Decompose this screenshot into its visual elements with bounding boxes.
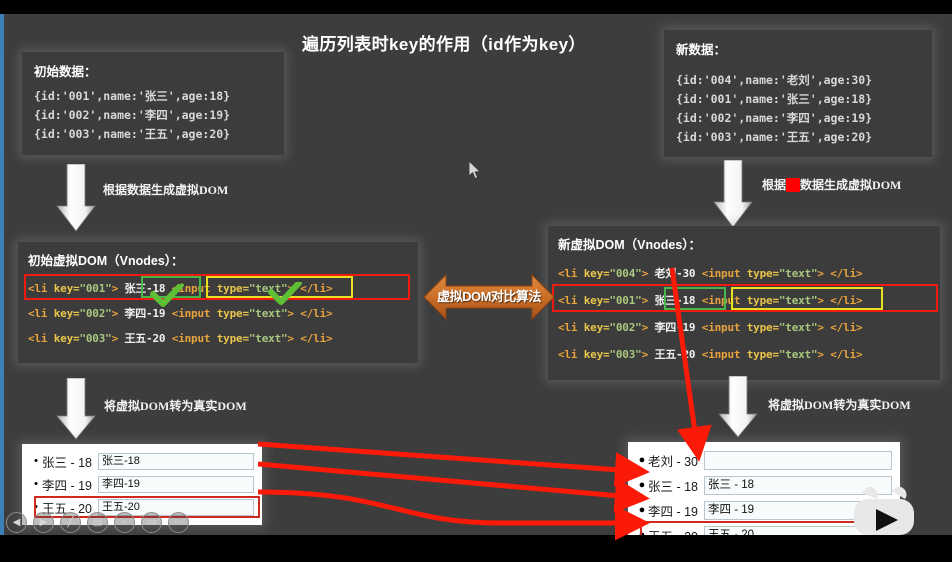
- right-bottom-arrow-label: 将虚拟DOM转为真实DOM: [768, 398, 911, 412]
- new-vnode-text: 王五-20: [654, 348, 696, 361]
- pen-icon: ╱: [67, 517, 74, 528]
- new-vnode-key: 001: [615, 294, 636, 307]
- initial-data-line: {id:'002',name:'李四',age:19}: [34, 108, 231, 122]
- right-top-label-pre: 根据: [762, 178, 787, 192]
- diff-algorithm-label: 虚拟DOM对比算法: [437, 289, 541, 304]
- right-top-label-post: 数据生成虚拟DOM: [800, 178, 902, 192]
- old-vnode-row: <li key="003"> 王五-20 <input type="text">…: [28, 332, 333, 345]
- old-vnodes-heading: 初始虚拟DOM（Vnodes）：: [28, 254, 184, 268]
- new-vnode-key: 002: [615, 321, 636, 334]
- old-vnode-row: <li key="002"> 李四-19 <input type="text">…: [28, 307, 333, 320]
- new-data-panel: 新数据： {id:'004',name:'老刘',age:30} {id:'00…: [664, 30, 932, 157]
- new-vnode-row: <li key="001"> 张三-18 <input type="text">…: [558, 294, 863, 307]
- block-arrow-down-left-bottom: [56, 378, 96, 440]
- initial-data-line: {id:'001',name:'张三',age:18}: [34, 89, 231, 103]
- block-arrow-down-right-bottom: [718, 376, 758, 438]
- new-vnodes-heading: 新虚拟DOM（Vnodes）：: [558, 238, 702, 252]
- slide-canvas: 遍历列表时key的作用（id作为key） 初始数据： {id:'001',nam…: [0, 14, 952, 535]
- old-vnode-key: 002: [85, 307, 106, 320]
- grid-icon: ▤: [92, 517, 103, 528]
- dom-item-label: 张三 - 18: [42, 456, 93, 470]
- dom-list-item: ● 老刘 - 30: [636, 448, 892, 473]
- new-vnode-key: 004: [615, 267, 636, 280]
- initial-data-line: {id:'003',name:'王五',age:20}: [34, 127, 231, 141]
- right-top-arrow-label: 根据新数据生成虚拟DOM: [762, 176, 901, 193]
- new-vnode-text: 张三-18: [654, 294, 696, 307]
- dom-item-input[interactable]: 李四-19: [98, 476, 254, 493]
- old-vnode-key: 001: [85, 282, 106, 295]
- top-letterbox: [0, 0, 952, 14]
- green-check-icon-input: [268, 282, 302, 305]
- dom-list-item: • 李四 - 19 李四-19: [30, 473, 254, 496]
- bullet-icon: ●: [638, 479, 646, 491]
- new-data-line: {id:'002',name:'李四',age:19}: [676, 111, 873, 125]
- bullet-icon: •: [34, 478, 38, 490]
- zoom-button[interactable]: ⌕: [114, 512, 135, 533]
- left-top-arrow-label: 根据数据生成虚拟DOM: [103, 183, 229, 197]
- old-vnode-key: 003: [85, 332, 106, 345]
- next-slide-button[interactable]: ▶: [33, 512, 54, 533]
- player-toolbar[interactable]: ◀ ▶ ╱ ▤ ⌕ ▭ ⋯: [6, 512, 189, 533]
- dom-item-label: 张三 - 18: [648, 480, 699, 494]
- search-icon: ⌕: [121, 517, 128, 528]
- new-vnode-row: <li key="003"> 王五-20 <input type="text">…: [558, 348, 863, 361]
- bullet-icon: ●: [638, 504, 646, 516]
- green-check-icon-text: [150, 284, 184, 307]
- new-data-heading: 新数据：: [676, 43, 727, 57]
- bullet-icon: •: [34, 455, 38, 467]
- new-data-line: {id:'001',name:'张三',age:18}: [676, 92, 873, 106]
- new-vnode-text: 老刘-30: [654, 267, 696, 280]
- dom-item-label: 老刘 - 30: [648, 455, 699, 469]
- initial-data-panel: 初始数据： {id:'001',name:'张三',age:18} {id:'0…: [22, 52, 284, 155]
- initial-data-heading: 初始数据：: [34, 65, 97, 79]
- dom-item-label: 王五 - 20: [648, 526, 704, 535]
- dom-list-item: • 张三 - 18 张三-18: [30, 450, 254, 473]
- new-data-line: {id:'004',name:'老刘',age:30}: [676, 73, 873, 87]
- old-vnode-text: 王五-20: [124, 332, 166, 345]
- next-icon: ▶: [39, 517, 48, 528]
- block-arrow-down-right-top: [713, 160, 753, 228]
- dom-item-label: 李四 - 19: [648, 505, 699, 519]
- left-blue-edge: [0, 14, 4, 535]
- new-vnode-text: 李四-19: [654, 321, 696, 334]
- slide-title: 遍历列表时key的作用（id作为key）: [302, 35, 586, 54]
- more-icon: ⋯: [173, 517, 184, 528]
- new-vnode-row: <li key="002"> 李四-19 <input type="text">…: [558, 321, 863, 334]
- new-vnodes-panel: 新虚拟DOM（Vnodes）： <li key="004"> 老刘-30 <in…: [548, 226, 940, 380]
- new-vnode-row: <li key="004"> 老刘-30 <input type="text">…: [558, 267, 863, 280]
- dom-item-input[interactable]: [704, 451, 892, 470]
- dom-item-label: 李四 - 19: [42, 479, 93, 493]
- left-bottom-arrow-label: 将虚拟DOM转为真实DOM: [104, 399, 247, 413]
- notes-button[interactable]: ▭: [141, 512, 162, 533]
- prev-icon: ◀: [12, 517, 21, 528]
- more-options-button[interactable]: ⋯: [168, 512, 189, 533]
- dom-item-input[interactable]: 张三-18: [98, 453, 254, 470]
- pen-tool-button[interactable]: ╱: [60, 512, 81, 533]
- note-icon: ▭: [146, 517, 157, 528]
- old-vnode-text: 李四-19: [124, 307, 166, 320]
- new-vnode-key: 003: [615, 348, 636, 361]
- old-vnodes-panel: 初始虚拟DOM（Vnodes）： <li key="001"> 张三-18 <i…: [18, 242, 418, 363]
- prev-slide-button[interactable]: ◀: [6, 512, 27, 533]
- old-vnode-row: <li key="001"> 张三-18 <input type="text">…: [28, 282, 333, 295]
- slide-overview-button[interactable]: ▤: [87, 512, 108, 533]
- new-data-line: {id:'003',name:'王五',age:20}: [676, 130, 873, 144]
- block-arrow-down-left-top: [56, 164, 96, 232]
- mouse-cursor: [469, 161, 482, 180]
- right-top-label-marked-char: 新: [786, 178, 801, 192]
- bottom-letterbox: [0, 535, 952, 562]
- presentation-viewer: 遍历列表时key的作用（id作为key） 初始数据： {id:'001',nam…: [0, 0, 952, 562]
- player-logo-watermark: [854, 486, 914, 535]
- bullet-icon: ●: [638, 454, 646, 466]
